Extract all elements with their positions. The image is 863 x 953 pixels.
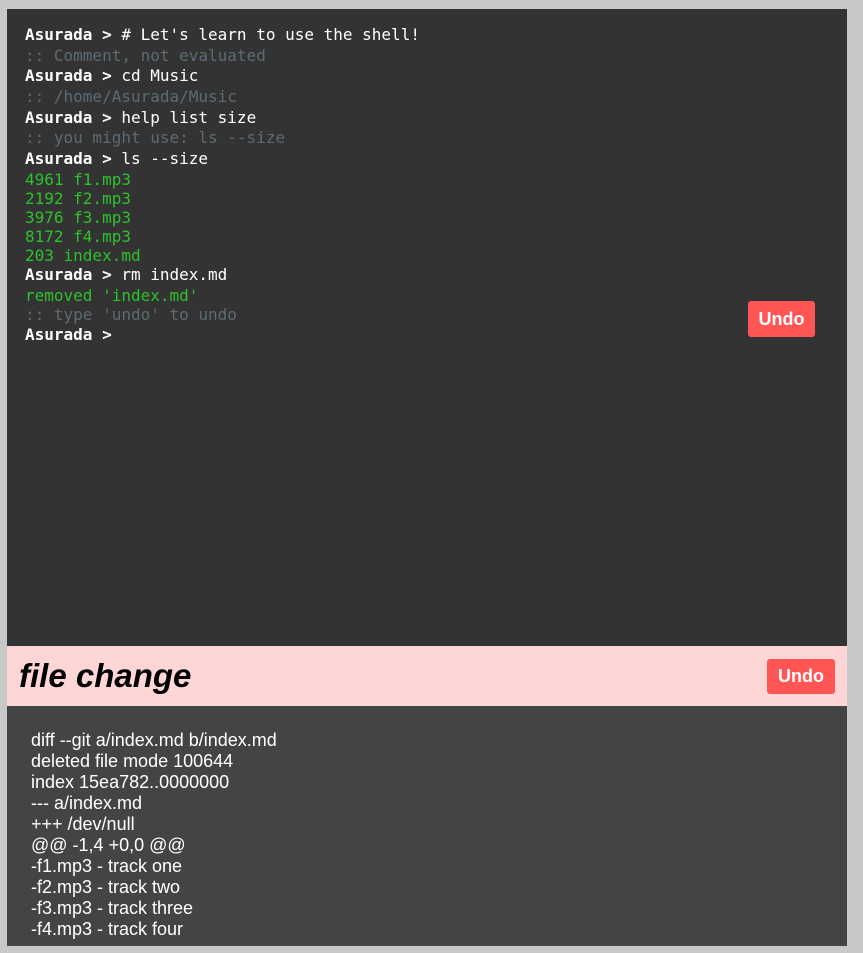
terminal-output-line: 2192 f2.mp3 bbox=[25, 188, 131, 208]
diff-line: --- a/index.md bbox=[31, 793, 143, 813]
terminal-output: Asurada > # Let's learn to use the shell… bbox=[25, 25, 745, 346]
app-frame: Asurada > # Let's learn to use the shell… bbox=[7, 9, 847, 946]
diff-line: deleted file mode 100644 bbox=[31, 751, 234, 771]
terminal-output-line: 3976 f3.mp3 bbox=[25, 207, 131, 227]
terminal-output-line: 8172 f4.mp3 bbox=[25, 226, 131, 246]
diff-line: +++ /dev/null bbox=[31, 814, 135, 834]
terminal-prompt: Asurada > bbox=[25, 264, 112, 284]
terminal-comment: :: Comment, not evaluated bbox=[25, 45, 266, 65]
terminal-undo-button[interactable]: Undo bbox=[748, 301, 815, 337]
terminal-comment: :: /home/Asurada/Music bbox=[25, 87, 237, 107]
diff-line: diff --git a/index.md b/index.md bbox=[31, 730, 277, 750]
file-change-header: file change Undo bbox=[7, 646, 847, 706]
terminal-prompt: Asurada > bbox=[25, 149, 112, 169]
terminal-command: cd Music bbox=[111, 66, 199, 86]
terminal-panel[interactable]: Asurada > # Let's learn to use the shell… bbox=[7, 9, 847, 646]
terminal-command-line: Asurada > cd Music bbox=[25, 66, 745, 87]
diff-line: -f3.mp3 - track three bbox=[31, 898, 194, 918]
diff-line: -f1.mp3 - track one bbox=[31, 856, 183, 876]
terminal-command: help list size bbox=[111, 107, 257, 127]
terminal-prompt: Asurada > bbox=[25, 25, 112, 44]
terminal-command: rm index.md bbox=[111, 264, 228, 284]
file-change-undo-button[interactable]: Undo bbox=[767, 659, 835, 694]
diff-line: -f2.mp3 - track two bbox=[31, 877, 181, 897]
terminal-comment: :: type 'undo' to undo bbox=[25, 304, 237, 324]
terminal-command-line: Asurada > ls --size bbox=[25, 149, 745, 170]
terminal-command: # Let's learn to use the shell! bbox=[111, 25, 420, 44]
terminal-command-line: Asurada > help list size bbox=[25, 108, 745, 129]
terminal-prompt: Asurada > bbox=[25, 66, 112, 86]
diff-panel: diff --git a/index.md b/index.md deleted … bbox=[7, 706, 847, 946]
terminal-command-line: Asurada > rm index.md bbox=[25, 265, 745, 286]
terminal-command-line: Asurada > # Let's learn to use the shell… bbox=[25, 25, 745, 46]
diff-line: @@ -1,4 +0,0 @@ bbox=[31, 835, 186, 855]
terminal-comment: :: you might use: ls --size bbox=[25, 128, 286, 148]
diff-line: -f4.mp3 - track four bbox=[31, 919, 184, 939]
terminal-command-line: Asurada > bbox=[25, 325, 745, 346]
file-change-title: file change bbox=[19, 657, 192, 694]
terminal-output-line: 4961 f1.mp3 bbox=[25, 169, 131, 189]
terminal-output-line: removed 'index.md' bbox=[25, 285, 199, 305]
terminal-command: ls --size bbox=[111, 149, 209, 169]
terminal-prompt: Asurada > bbox=[25, 107, 112, 127]
terminal-prompt: Asurada > bbox=[25, 325, 112, 345]
diff-line: index 15ea782..0000000 bbox=[31, 772, 230, 792]
diff-content: diff --git a/index.md b/index.md deleted … bbox=[31, 730, 277, 940]
terminal-output-line: 203 index.md bbox=[25, 245, 141, 265]
